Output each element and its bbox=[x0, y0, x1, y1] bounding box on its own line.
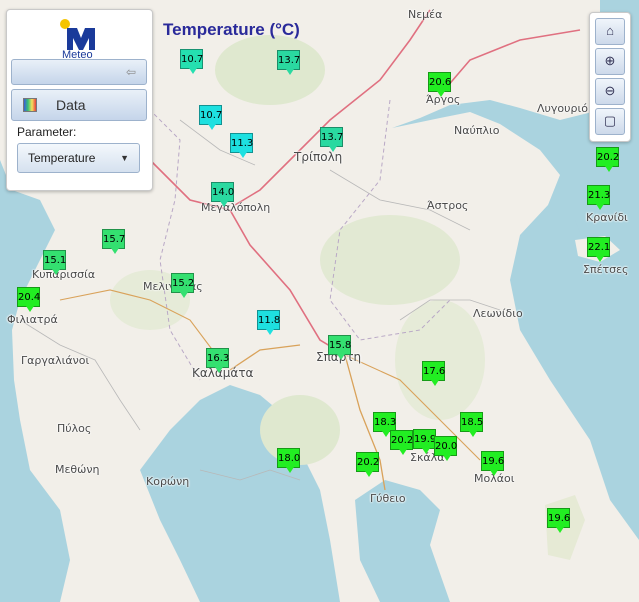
parameter-select[interactable]: Temperature ▼ bbox=[17, 143, 140, 173]
station-marker[interactable]: 10.7 bbox=[199, 105, 222, 130]
home-button[interactable]: ⌂ bbox=[595, 18, 625, 45]
parameter-label: Parameter: bbox=[17, 125, 77, 139]
station-marker[interactable]: 20.2 bbox=[390, 430, 413, 455]
place-label: Σπέτσες bbox=[583, 263, 629, 276]
station-marker[interactable]: 22.1 bbox=[587, 237, 610, 262]
chevron-down-icon: ▼ bbox=[120, 153, 129, 163]
data-button-label: Data bbox=[56, 97, 86, 113]
place-label: Γαργαλιάνοι bbox=[21, 354, 90, 367]
color-scale-icon bbox=[23, 98, 37, 112]
station-marker[interactable]: 15.1 bbox=[43, 250, 66, 275]
place-label: Ναύπλιο bbox=[454, 124, 500, 137]
station-marker[interactable]: 13.7 bbox=[277, 50, 300, 75]
station-marker[interactable]: 19.9 bbox=[413, 429, 436, 454]
station-marker[interactable]: 19.6 bbox=[547, 508, 570, 533]
place-label: Τρίπολη bbox=[294, 150, 343, 164]
data-button[interactable]: Data bbox=[11, 89, 147, 121]
place-label: Λυγουριό bbox=[537, 102, 588, 115]
station-marker[interactable]: 18.5 bbox=[460, 412, 483, 437]
fullscreen-button[interactable]: ▢ bbox=[595, 108, 625, 135]
station-marker[interactable]: 16.3 bbox=[206, 348, 229, 373]
station-marker[interactable]: 13.7 bbox=[320, 127, 343, 152]
zoom-out-button[interactable]: ⊖ bbox=[595, 78, 625, 105]
station-marker[interactable]: 11.8 bbox=[257, 310, 280, 335]
zoom-in-button[interactable]: ⊕ bbox=[595, 48, 625, 75]
home-icon: ⌂ bbox=[606, 23, 614, 38]
station-marker[interactable]: 20.4 bbox=[17, 287, 40, 312]
station-marker[interactable]: 19.6 bbox=[481, 451, 504, 476]
place-label: Κορώνη bbox=[146, 475, 190, 488]
station-marker[interactable]: 20.6 bbox=[428, 72, 451, 97]
place-label: Λεωνίδιο bbox=[473, 307, 523, 320]
station-marker[interactable]: 15.7 bbox=[102, 229, 125, 254]
station-marker[interactable]: 14.0 bbox=[211, 182, 234, 207]
station-marker[interactable]: 18.0 bbox=[277, 448, 300, 473]
fullscreen-icon: ▢ bbox=[603, 113, 617, 128]
station-marker[interactable]: 11.3 bbox=[230, 133, 253, 158]
station-marker[interactable]: 15.2 bbox=[171, 273, 194, 298]
map-title: Temperature (°C) bbox=[163, 20, 300, 39]
control-panel: Meteo ⇦ Data Parameter: Temperature ▼ bbox=[6, 9, 153, 191]
station-marker[interactable]: 21.3 bbox=[587, 185, 610, 210]
place-label: Πύλος bbox=[57, 422, 92, 435]
zoom-out-icon: ⊖ bbox=[604, 83, 616, 98]
station-marker[interactable]: 15.8 bbox=[328, 335, 351, 360]
arrow-left-icon: ⇦ bbox=[125, 65, 136, 79]
map-controls: ⌂ ⊕ ⊖ ▢ bbox=[589, 12, 631, 142]
station-marker[interactable]: 18.3 bbox=[373, 412, 396, 437]
place-label: Φιλιατρά bbox=[7, 313, 58, 326]
place-label: Γύθειο bbox=[370, 492, 406, 505]
station-marker[interactable]: 20.2 bbox=[596, 147, 619, 172]
station-marker[interactable]: 17.6 bbox=[422, 361, 445, 386]
place-label: Μεθώνη bbox=[55, 463, 100, 476]
station-marker[interactable]: 20.0 bbox=[434, 436, 457, 461]
parameter-value: Temperature bbox=[28, 151, 96, 165]
place-label: Άστρος bbox=[427, 199, 469, 212]
zoom-in-icon: ⊕ bbox=[604, 53, 616, 68]
station-marker[interactable]: 20.2 bbox=[356, 452, 379, 477]
collapse-panel-button[interactable]: ⇦ bbox=[11, 59, 147, 85]
place-label: Νεμέα bbox=[408, 8, 443, 21]
station-marker[interactable]: 10.7 bbox=[180, 49, 203, 74]
map-view[interactable]: Νεμέα Άργος Ναύπλιο Λυγουριό Τρίπολη Άστ… bbox=[0, 0, 639, 602]
place-label: Κρανίδι bbox=[586, 211, 628, 224]
